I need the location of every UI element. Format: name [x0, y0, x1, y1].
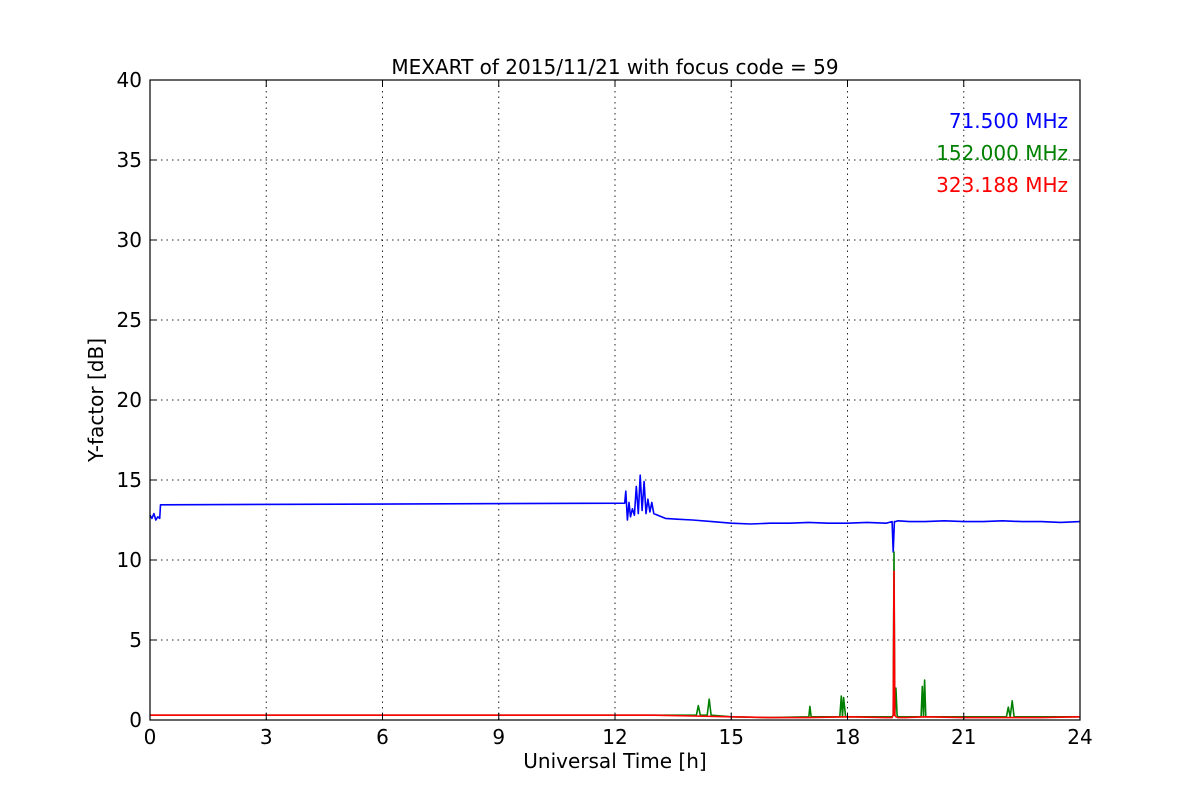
y-tick-label: 35 — [117, 148, 142, 172]
x-tick-label: 12 — [602, 725, 627, 749]
y-tick-label: 10 — [117, 548, 142, 572]
y-tick-label: 15 — [117, 468, 142, 492]
y-tick-label: 40 — [117, 68, 142, 92]
series-lines — [149, 474, 1081, 719]
legend-entry-1: 71.500 MHz — [949, 109, 1068, 133]
x-tick-label: 6 — [376, 725, 389, 749]
y-tick-label: 25 — [117, 308, 142, 332]
series-line-3 — [150, 570, 1081, 719]
y-tick-label: 5 — [129, 628, 142, 652]
line-chart: 0 3 6 9 12 15 18 21 24 0 5 10 15 20 25 30 35 40 MEXART o… — [84, 55, 1093, 773]
chart-title: MEXART of 2015/11/21 with focus code = 5… — [391, 55, 838, 79]
x-tick-label: 18 — [835, 725, 860, 749]
series-line-2 — [150, 551, 1080, 719]
y-tick-label: 30 — [117, 228, 142, 252]
series-line-1 — [149, 474, 1081, 553]
y-tick-label: 20 — [117, 388, 142, 412]
legend-entry-3: 323.188 MHz — [936, 173, 1068, 197]
x-tick-label: 9 — [492, 725, 505, 749]
legend-entry-2: 152.000 MHz — [936, 141, 1068, 165]
x-axis-label: Universal Time [h] — [523, 749, 706, 773]
x-tick-label: 24 — [1067, 725, 1092, 749]
y-tick-label: 0 — [129, 708, 142, 732]
x-tick-label: 0 — [144, 725, 157, 749]
y-axis-label: Y-factor [dB] — [84, 338, 108, 463]
x-tick-label: 15 — [719, 725, 744, 749]
x-tick-label: 21 — [951, 725, 976, 749]
legend: 71.500 MHz 152.000 MHz 323.188 MHz — [936, 109, 1068, 197]
x-tick-label: 3 — [260, 725, 273, 749]
